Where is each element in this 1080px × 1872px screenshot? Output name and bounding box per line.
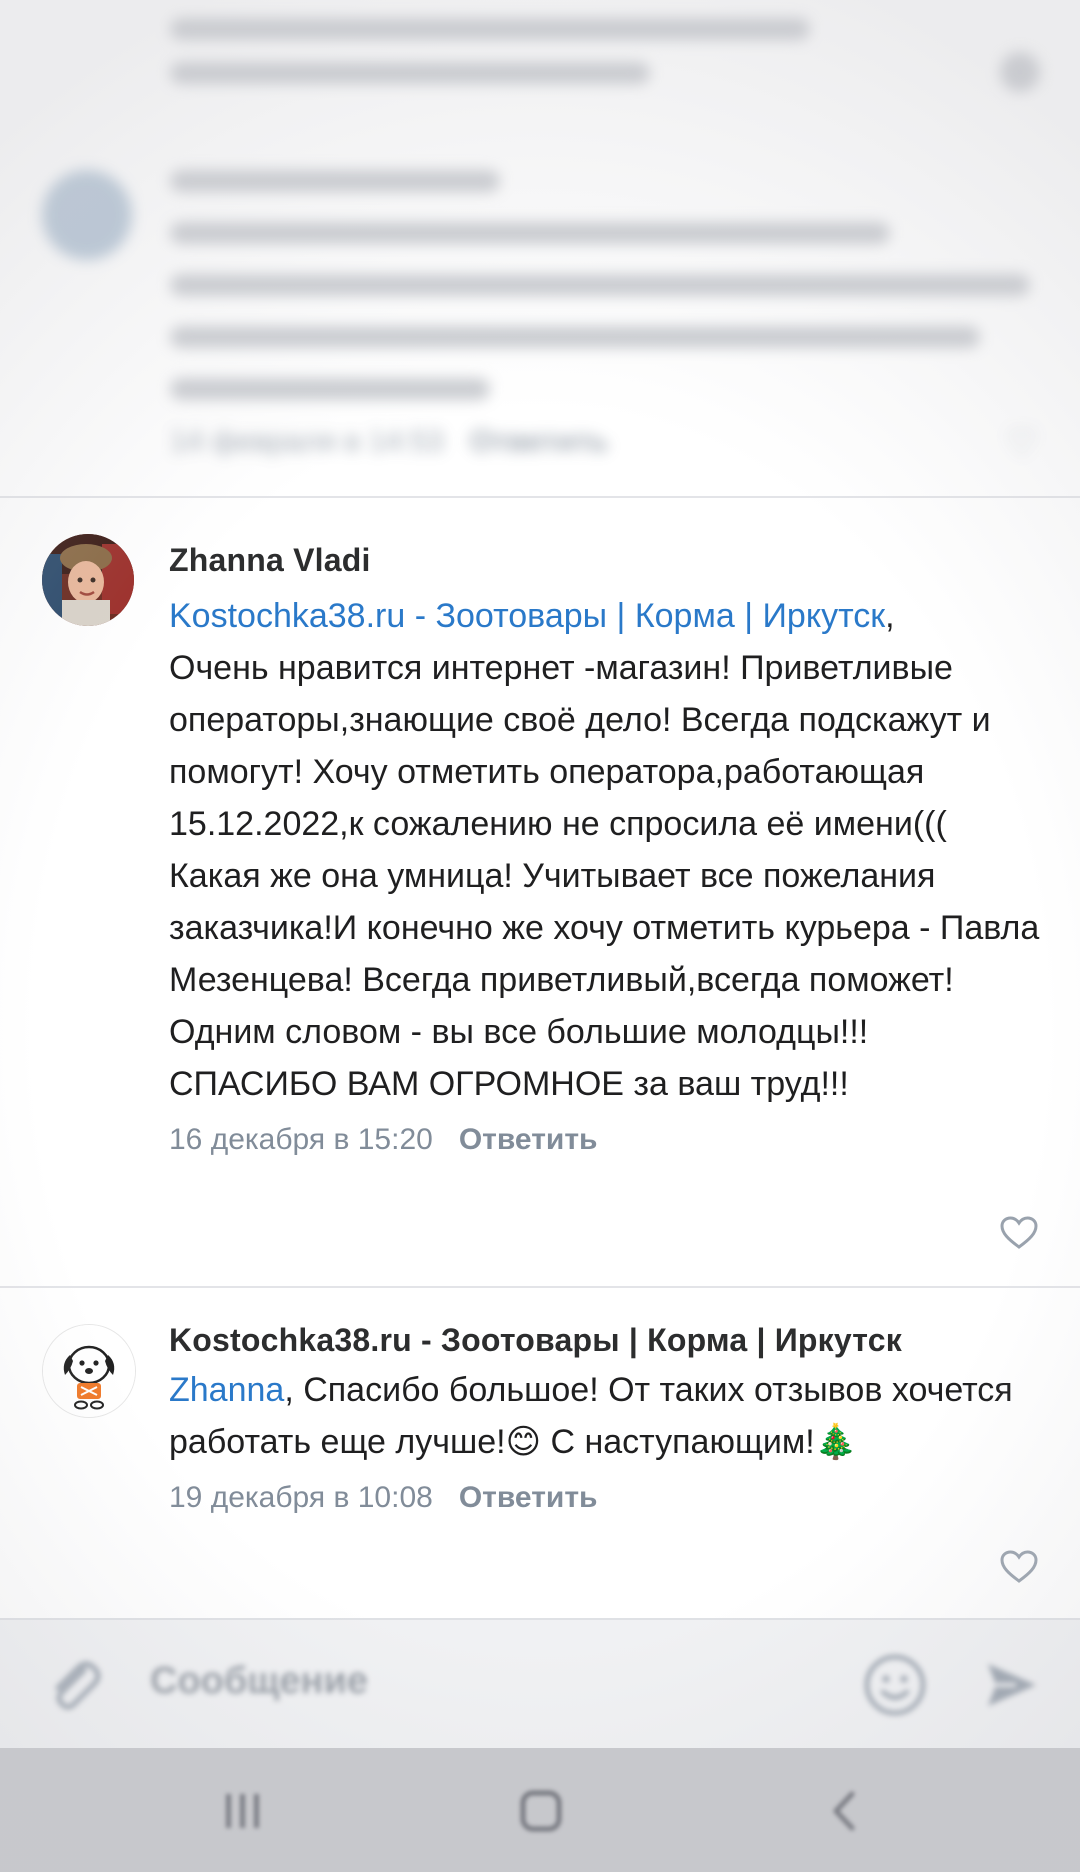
message-composer: Сообщение bbox=[0, 1618, 1080, 1750]
comment-text: Kostochka38.ru - Зоотовары | Корма | Ирк… bbox=[169, 590, 1040, 1110]
comment-author[interactable]: Zhanna Vladi bbox=[169, 538, 1040, 582]
avatar[interactable] bbox=[42, 534, 134, 626]
blurred-previous-comment: 14 февраля в 14:53 Ответить ♡ bbox=[0, 150, 1080, 480]
comment-author[interactable]: Kostochka38.ru - Зоотовары | Корма | Ирк… bbox=[169, 1318, 1040, 1362]
heart-icon[interactable] bbox=[1000, 1550, 1038, 1584]
blurred-avatar bbox=[42, 170, 132, 260]
comment-text: Zhanna, Спасибо большое! От таких отзыво… bbox=[169, 1364, 1040, 1468]
comment-item: Kostochka38.ru - Зоотовары | Корма | Ирк… bbox=[0, 1288, 1080, 1618]
comment-item: Zhanna Vladi Kostochka38.ru - Зоотовары … bbox=[0, 496, 1080, 1286]
reply-button[interactable]: Ответить bbox=[459, 1123, 598, 1156]
recent-apps-icon[interactable] bbox=[218, 1788, 268, 1834]
smile-emoji-icon: 😊 bbox=[505, 1423, 542, 1461]
mention-link[interactable]: Zhanna bbox=[169, 1371, 284, 1409]
screen: 14 февраля в 14:53 Ответить ♡ Zhanna Vlad… bbox=[0, 0, 1080, 1872]
system-navigation-bar bbox=[0, 1748, 1080, 1872]
christmas-tree-emoji-icon: 🎄 bbox=[814, 1423, 858, 1461]
comment-meta: 19 декабря в 10:08 Ответить bbox=[169, 1476, 1040, 1520]
blurred-comment-date: 14 февраля в 14:53 bbox=[170, 425, 444, 458]
comment-text-content: Очень нравится интернет -магазин! Привет… bbox=[169, 649, 1040, 1103]
dog-logo-icon bbox=[43, 1325, 135, 1417]
avatar[interactable] bbox=[42, 1324, 136, 1418]
comment-date: 16 декабря в 15:20 bbox=[169, 1123, 433, 1156]
reply-button[interactable]: Ответить bbox=[459, 1481, 598, 1514]
blurred-comment-meta: 14 февраля в 14:53 Ответить bbox=[170, 425, 608, 459]
home-icon[interactable] bbox=[516, 1788, 566, 1834]
user-photo-icon bbox=[42, 534, 134, 626]
comment-body: Kostochka38.ru - Зоотовары | Корма | Ирк… bbox=[169, 1318, 1040, 1520]
back-icon[interactable] bbox=[820, 1788, 870, 1834]
paperclip-icon[interactable] bbox=[44, 1656, 104, 1716]
blurred-reply-button[interactable]: Ответить bbox=[470, 425, 609, 458]
comment-text-part: С наступающим! bbox=[541, 1423, 815, 1461]
message-input[interactable]: Сообщение bbox=[150, 1660, 368, 1703]
heart-icon[interactable] bbox=[1000, 1216, 1038, 1250]
mention-link[interactable]: Kostochka38.ru - Зоотовары | Корма | Ирк… bbox=[169, 597, 885, 635]
comment-meta: 16 декабря в 15:20 Ответить bbox=[169, 1118, 1040, 1162]
heart-icon[interactable]: ♡ bbox=[1006, 422, 1038, 464]
mention-suffix: , bbox=[885, 597, 895, 635]
comment-date: 19 декабря в 10:08 bbox=[169, 1481, 433, 1514]
comment-body: Zhanna Vladi Kostochka38.ru - Зоотовары … bbox=[169, 538, 1040, 1162]
send-icon[interactable] bbox=[982, 1656, 1040, 1714]
blurred-previous-content bbox=[0, 0, 1080, 120]
smile-icon[interactable] bbox=[862, 1652, 928, 1718]
